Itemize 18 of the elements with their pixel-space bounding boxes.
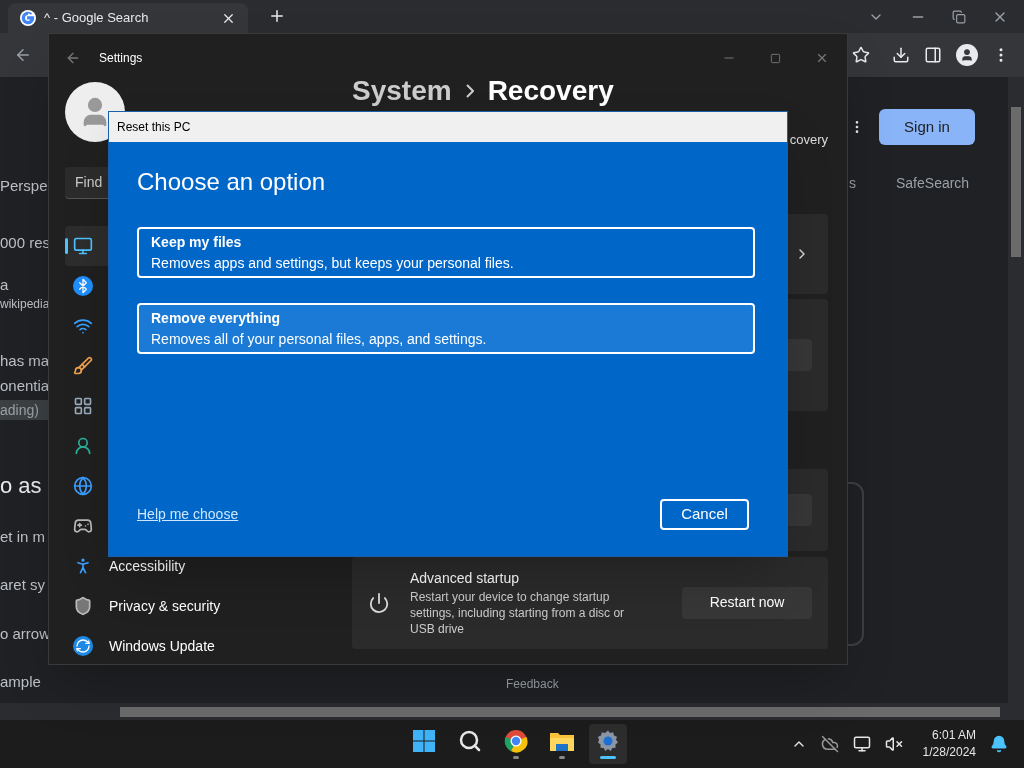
page-text: has ma [0,350,48,370]
heading-text: o as [0,472,43,500]
page-text: a [0,274,10,294]
page-text: Perspe [0,175,48,195]
page-text: et in m [0,526,46,546]
page-text: ading) [0,400,48,420]
page-text: onentia [0,375,48,395]
card-title: Advanced startup [410,569,520,588]
dialog-title: Reset this PC [109,112,787,142]
page-text: wikipedia [0,296,48,312]
breadcrumb-current: Recovery [487,74,614,108]
dialog-heading: Choose an option [137,167,327,197]
card-description: Restart your device to change startup settings, including starting from a disc or USB drive [410,589,626,637]
tab-title: ^ - Google Search [44,9,150,28]
page-text: ample [0,671,42,691]
subtitle-text: covery [789,131,828,149]
window-title: Settings [99,50,143,67]
page-text: aret sy [0,574,46,594]
